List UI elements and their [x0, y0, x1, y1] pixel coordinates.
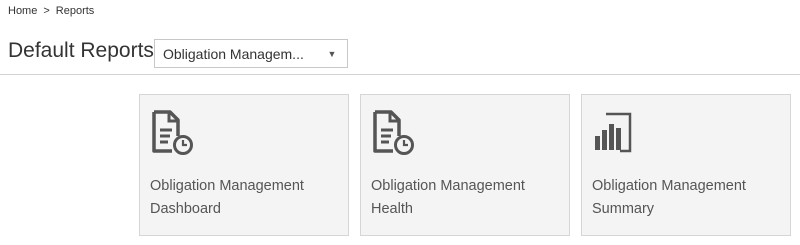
report-tile-label-line2: Dashboard [150, 201, 221, 217]
report-tile-health[interactable]: Obligation Management Health [360, 94, 570, 236]
report-tile-label-line1: Obligation Management [150, 178, 304, 194]
report-tile-summary[interactable]: Obligation Management Summary [581, 94, 791, 236]
report-document-clock-icon [373, 110, 414, 155]
report-tile-label: Obligation Management Summary [592, 175, 782, 221]
breadcrumb-home-link[interactable]: Home [8, 5, 37, 17]
chevron-down-icon: ▼ [327, 48, 337, 59]
header-divider [0, 74, 800, 75]
report-tile-label: Obligation Management Health [371, 175, 561, 221]
breadcrumb: Home > Reports [8, 4, 94, 18]
report-category-select[interactable]: Obligation Managem... ▼ [154, 39, 348, 68]
report-tile-label-line1: Obligation Management [592, 178, 746, 194]
report-tile-label-line2: Summary [592, 201, 655, 217]
page-title: Default Reports [8, 39, 154, 62]
breadcrumb-separator: > [43, 5, 50, 17]
report-tile-dashboard[interactable]: Obligation Management Dashboard [139, 94, 349, 236]
power-bi-icon [595, 112, 632, 153]
report-tiles: Obligation Management Dashboard Obligati… [139, 94, 791, 236]
report-document-clock-icon [152, 110, 193, 155]
report-tile-label-line2: Health [371, 201, 413, 217]
breadcrumb-current: Reports [55, 5, 95, 17]
report-category-select-value: Obligation Managem... [163, 45, 304, 62]
report-tile-label: Obligation Management Dashboard [150, 175, 340, 221]
report-tile-label-line1: Obligation Management [371, 178, 525, 194]
